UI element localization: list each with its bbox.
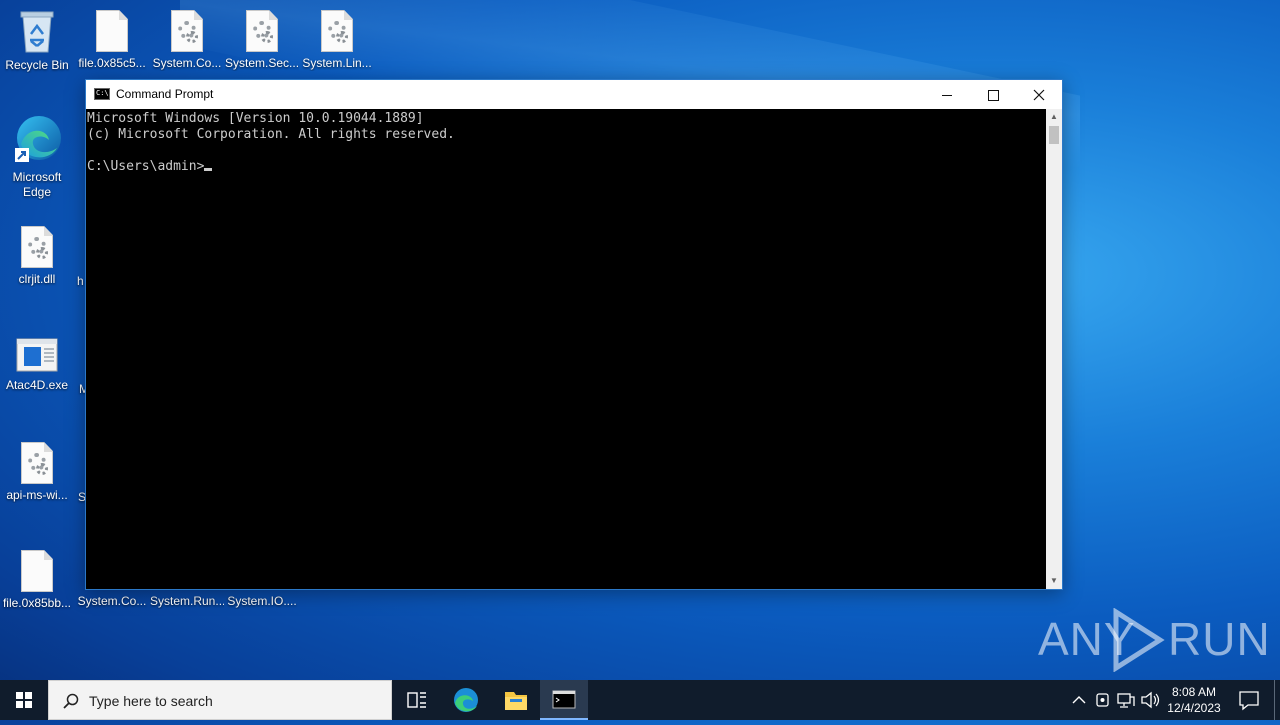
console-output[interactable]: Microsoft Windows [Version 10.0.19044.18… (86, 109, 1046, 589)
desktop-icon-system-co-2[interactable]: System.Co... (75, 590, 149, 609)
taskbar-file-explorer-button[interactable] (492, 680, 540, 720)
desktop-icon-system-co[interactable]: System.Co... (150, 10, 224, 71)
task-view-icon (407, 692, 426, 708)
tray-device-icon (1096, 693, 1109, 707)
maximize-button[interactable] (970, 80, 1016, 109)
desktop-icon-label: file.0x85bb... (2, 596, 72, 610)
dll-icon (171, 10, 203, 52)
speaker-icon (1141, 691, 1160, 709)
desktop-icon-recycle-bin[interactable]: Recycle Bin (0, 8, 74, 73)
console-line: (c) Microsoft Corporation. All rights re… (87, 127, 455, 142)
dll-icon (246, 10, 278, 52)
tray-volume-button[interactable] (1138, 680, 1162, 720)
desktop-icon-label: file.0x85c5... (78, 56, 146, 70)
close-button[interactable] (1016, 80, 1062, 109)
show-desktop-button[interactable] (1274, 680, 1280, 720)
show-hidden-icons-button[interactable] (1066, 680, 1092, 720)
clock-time: 8:08 AM (1171, 685, 1217, 699)
minimize-icon (942, 94, 952, 96)
desktop-icon-file-0x85bb[interactable]: file.0x85bb... (0, 550, 74, 611)
dll-icon (21, 442, 53, 484)
desktop-icon-atac4d[interactable]: Atac4D.exe (0, 336, 74, 393)
watermark-play-icon (1113, 608, 1165, 672)
exe-icon (16, 338, 58, 372)
desktop-icon-file[interactable]: file.0x85c5... (75, 10, 149, 71)
taskbar-search-box[interactable]: Type here to search (48, 680, 392, 720)
task-view-button[interactable] (392, 680, 440, 720)
minimize-button[interactable] (924, 80, 970, 109)
taskbar-clock[interactable]: 8:08 AM 12/4/2023 (1162, 684, 1226, 716)
desktop-icon-label: Recycle Bin (5, 58, 69, 72)
file-icon (96, 10, 128, 52)
desktop-icon-clrjit[interactable]: clrjit.dll (0, 226, 74, 287)
text-cursor (204, 168, 213, 171)
close-icon (1033, 89, 1045, 101)
edge-icon (454, 688, 478, 712)
desktop-icon-system-run[interactable]: System.Run... (150, 590, 224, 609)
console-prompt: C:\Users\admin> (87, 159, 205, 174)
file-icon (21, 550, 53, 592)
desktop-icon-label: System.Co... (77, 594, 147, 608)
desktop-icon-system-sec[interactable]: System.Sec... (225, 10, 299, 71)
edge-icon (15, 116, 61, 162)
scroll-down-button[interactable]: ▼ (1046, 573, 1062, 589)
desktop-icon-label: api-ms-wi... (6, 488, 68, 502)
search-icon (63, 693, 79, 709)
console-line: Microsoft Windows [Version 10.0.19044.18… (87, 111, 424, 126)
dll-icon (321, 10, 353, 52)
start-button[interactable] (0, 680, 48, 720)
folder-icon (505, 692, 527, 710)
desktop-icon-label: System.Co... (152, 56, 222, 70)
dll-icon (21, 226, 53, 268)
desktop-icon-label: Microsoft Edge (12, 170, 62, 199)
chevron-up-icon (1072, 696, 1086, 704)
search-placeholder: Type here to search (89, 693, 213, 709)
watermark-run: RUN (1168, 613, 1271, 665)
taskbar-edge-button[interactable] (442, 680, 490, 720)
desktop-icon-system-io[interactable]: System.IO.... (225, 590, 299, 609)
cmd-icon (552, 690, 576, 709)
desktop-icon-api-ms[interactable]: api-ms-wi... (0, 442, 74, 503)
desktop-icon-label: clrjit.dll (18, 272, 56, 286)
notification-icon (1239, 691, 1259, 711)
console-prompt-line: C:\Users\admin> (87, 159, 1045, 175)
window-title: Command Prompt (116, 87, 214, 101)
tray-network-button[interactable] (1114, 680, 1138, 720)
taskbar-command-prompt-button[interactable] (540, 680, 588, 720)
partial-label: h (77, 274, 84, 288)
action-center-button[interactable] (1232, 680, 1266, 720)
desktop-icon-label: Atac4D.exe (5, 378, 69, 392)
tray-meet-now-button[interactable] (1092, 680, 1114, 720)
windows-logo-icon (16, 692, 32, 708)
command-prompt-window[interactable]: C:\ Command Prompt Microsoft Windows [Ve… (85, 79, 1063, 590)
vertical-scrollbar[interactable]: ▲ ▼ (1046, 109, 1062, 589)
window-titlebar[interactable]: C:\ Command Prompt (86, 80, 1062, 109)
desktop-icon-system-lin[interactable]: System.Lin... (300, 10, 374, 71)
recycle-bin-icon (20, 11, 54, 53)
desktop-icon-edge[interactable]: Microsoft Edge (0, 114, 74, 200)
desktop-icon-label: System.Lin... (302, 56, 372, 70)
maximize-icon (987, 89, 999, 101)
clock-date: 12/4/2023 (1167, 701, 1221, 715)
scrollbar-thumb[interactable] (1049, 126, 1059, 144)
network-icon (1117, 693, 1135, 708)
scroll-up-button[interactable]: ▲ (1046, 109, 1062, 125)
desktop-icon-label: System.Sec... (225, 56, 299, 70)
taskbar: Type here to search 8:08 AM 12/4/2023 (0, 680, 1280, 720)
desktop-icon-label: System.IO.... (227, 594, 297, 608)
cmd-app-icon: C:\ (94, 88, 110, 100)
desktop-icon-label: System.Run... (150, 594, 224, 608)
